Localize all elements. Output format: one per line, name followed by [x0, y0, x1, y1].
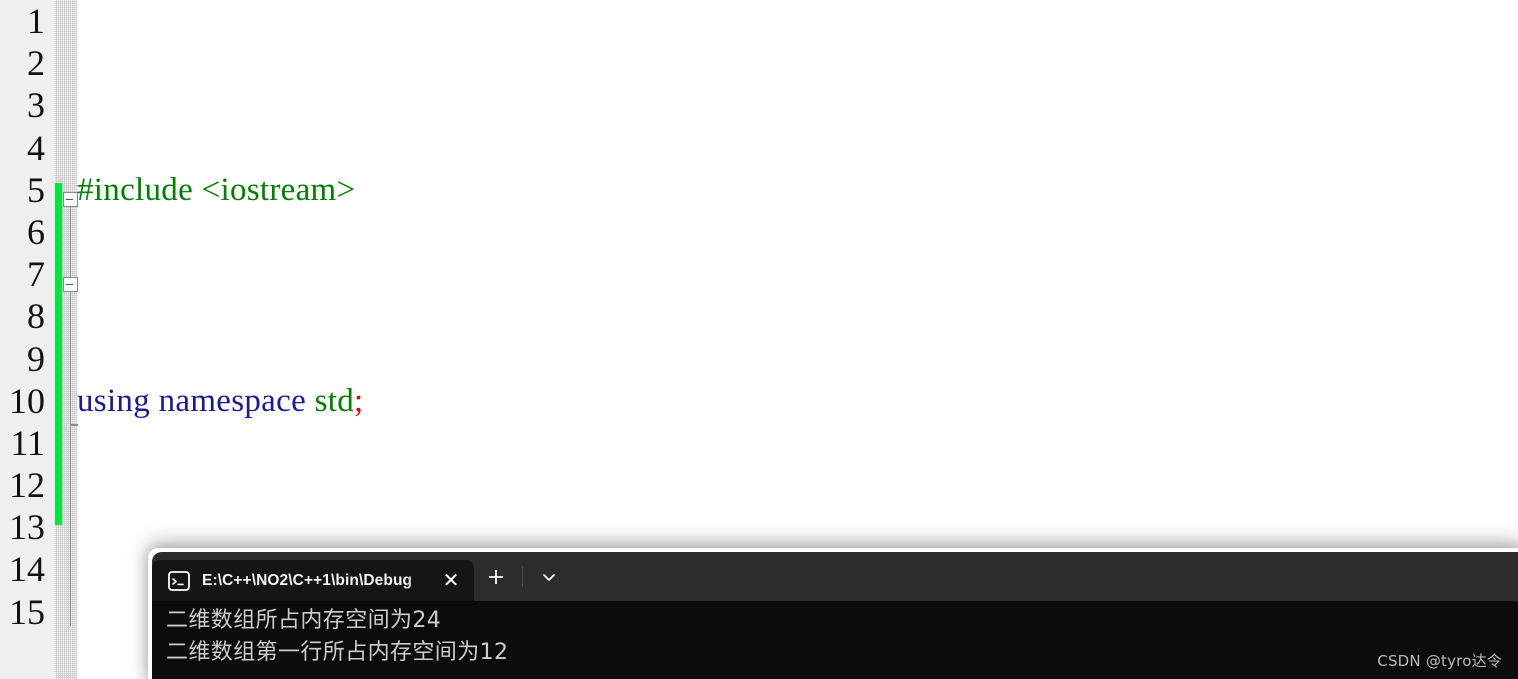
toolbar-divider [522, 566, 523, 587]
line-number: 6 [27, 211, 45, 252]
console-titlebar[interactable]: E:\C++\NO2\C++1\bin\Debug ✕ [152, 552, 1518, 601]
tab-dropdown-button[interactable] [527, 552, 571, 601]
line-number: 7 [27, 254, 45, 295]
line-number: 13 [9, 507, 45, 548]
modified-lines-changebar [55, 183, 62, 525]
line-number: 1 [27, 1, 45, 41]
close-icon[interactable]: ✕ [434, 566, 468, 596]
console-window[interactable]: E:\C++\NO2\C++1\bin\Debug ✕ 二维数组所占内存空间为2… [152, 552, 1518, 679]
watermark: CSDN @tyro达令 [1377, 652, 1502, 670]
keyword-using: using [77, 382, 151, 419]
fold-toggle-line-7[interactable] [63, 277, 78, 292]
line-number: 15 [9, 591, 45, 632]
line-number: 4 [27, 127, 45, 168]
line-number: 3 [27, 85, 45, 126]
code-line-1: #include <iostream> [77, 169, 1024, 211]
line-number: 9 [27, 338, 45, 379]
line-number: 12 [9, 465, 45, 506]
line-number: 8 [27, 296, 45, 337]
console-tab[interactable]: E:\C++\NO2\C++1\bin\Debug ✕ [152, 560, 474, 601]
new-tab-button[interactable] [474, 552, 518, 601]
identifier-std: std [314, 382, 355, 419]
console-output-line: 二维数组第一行所占内存空间为12 [166, 640, 509, 665]
plus-icon [489, 569, 503, 584]
line-number: 14 [9, 549, 45, 590]
line-number: 11 [10, 422, 45, 463]
fold-guide-line [70, 200, 71, 626]
line-number: 5 [27, 169, 45, 210]
code-line-2: using namespace std; [77, 380, 1024, 422]
line-number: 2 [27, 43, 45, 84]
keyword-namespace: namespace [158, 382, 307, 419]
console-output-line: 二维数组所占内存空间为24 [166, 608, 442, 633]
console-tab-title: E:\C++\NO2\C++1\bin\Debug [202, 571, 413, 589]
preprocessor-directive: #include <iostream> [77, 171, 356, 208]
line-number: 10 [9, 380, 45, 421]
screenshot-root: 1 2 3 4 5 6 7 8 9 10 11 12 13 14 15 #inc… [0, 0, 1518, 679]
cmd-prompt-icon [168, 570, 190, 591]
console-output[interactable]: 二维数组所占内存空间为24 二维数组第一行所占内存空间为12 CSDN @tyr… [152, 601, 1518, 679]
fold-toggle-line-5[interactable] [63, 192, 78, 207]
chevron-down-icon [543, 573, 555, 581]
semicolon: ; [354, 382, 364, 419]
line-numbers: 1 2 3 4 5 6 7 8 9 10 11 12 13 14 15 [0, 0, 47, 633]
